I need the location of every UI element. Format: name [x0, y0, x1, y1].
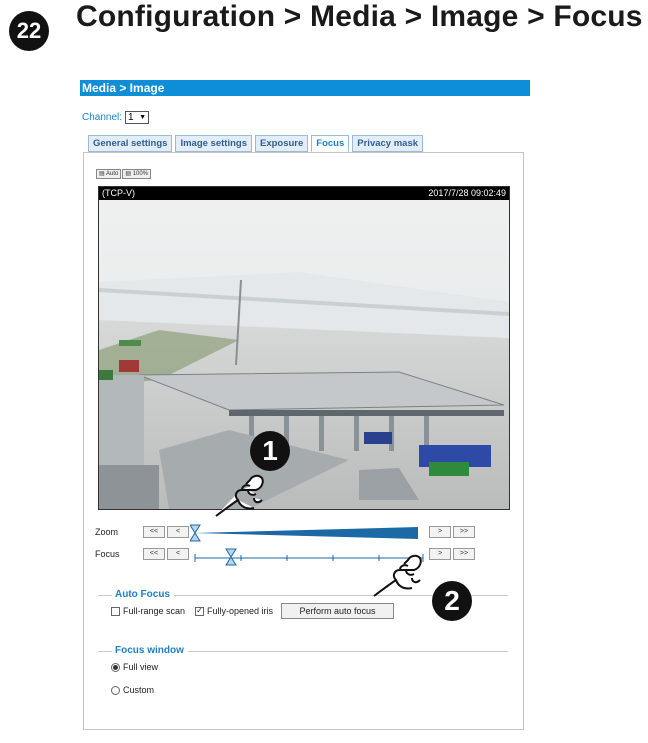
live-video[interactable]: (TCP-V) 2017/7/28 09:02:49: [98, 186, 510, 510]
full-view-option[interactable]: Full view: [111, 662, 158, 672]
perform-auto-focus-button[interactable]: Perform auto focus: [281, 603, 394, 619]
tab-privacy-mask[interactable]: Privacy mask: [352, 135, 424, 152]
focus-window-rule-left: [98, 651, 112, 652]
focus-window-title: Focus window: [115, 645, 184, 656]
full-range-scan-option[interactable]: Full-range scan: [111, 606, 185, 616]
zoom-forward-button[interactable]: >: [429, 526, 451, 538]
auto-focus-title: Auto Focus: [115, 589, 170, 600]
auto-focus-rule-left: [98, 595, 112, 596]
step-badge: 22: [9, 11, 49, 51]
camera-scene: [99, 200, 509, 509]
view-100-button[interactable]: ▤ 100%: [122, 169, 152, 179]
chevron-down-icon: ▼: [139, 114, 147, 121]
tab-focus[interactable]: Focus: [311, 135, 350, 152]
fully-opened-iris-checkbox[interactable]: ✓: [195, 606, 204, 616]
focus-forward-button[interactable]: >: [429, 548, 451, 560]
tab-image-settings[interactable]: Image settings: [175, 135, 252, 152]
callout-2: 2: [432, 581, 472, 621]
channel-row: Channel: 1 ▼: [82, 111, 150, 124]
full-range-scan-checkbox[interactable]: [111, 606, 120, 616]
tab-general-settings[interactable]: General settings: [88, 135, 173, 152]
zoom-far-forward-button[interactable]: >>: [453, 526, 475, 538]
stream-label: (TCP-V): [102, 188, 135, 198]
custom-option[interactable]: Custom: [111, 685, 154, 695]
zoom-slider[interactable]: [190, 524, 422, 542]
media-image-header: Media > Image: [80, 80, 530, 96]
focus-far-forward-button[interactable]: >>: [453, 548, 475, 560]
video-caption-bar: (TCP-V) 2017/7/28 09:02:49: [99, 187, 509, 200]
zoom-label: Zoom: [95, 527, 119, 537]
channel-select[interactable]: 1 ▼: [125, 111, 150, 124]
callout-1: 1: [250, 431, 290, 471]
view-size-buttons: ▤ Auto ▤ 100%: [96, 169, 152, 179]
zoom-back-button[interactable]: <: [167, 526, 189, 538]
channel-value: 1: [128, 112, 134, 123]
pointing-hand-icon: [215, 474, 264, 517]
video-timestamp: 2017/7/28 09:02:49: [428, 188, 506, 198]
custom-radio[interactable]: [111, 685, 120, 695]
channel-label: Channel:: [82, 112, 123, 123]
page-heading: Configuration > Media > Image > Focus: [76, 0, 643, 33]
fully-opened-iris-option[interactable]: ✓ Fully-opened iris: [195, 606, 273, 616]
focus-back-button[interactable]: <: [167, 548, 189, 560]
settings-tabs: General settings Image settings Exposure…: [88, 135, 424, 152]
fully-opened-iris-label: Fully-opened iris: [207, 606, 274, 616]
pointing-hand-icon-2: [373, 554, 422, 597]
focus-label: Focus: [95, 549, 120, 559]
full-view-radio[interactable]: [111, 662, 120, 672]
check-icon: ✓: [196, 606, 203, 615]
zoom-far-back-button[interactable]: <<: [143, 526, 165, 538]
focus-far-back-button[interactable]: <<: [143, 548, 165, 560]
view-auto-button[interactable]: ▤ Auto: [96, 169, 122, 179]
custom-label: Custom: [123, 685, 155, 695]
full-view-label: Full view: [123, 662, 159, 672]
focus-window-rule-right: [188, 651, 508, 652]
tab-exposure[interactable]: Exposure: [254, 135, 309, 152]
full-range-scan-label: Full-range scan: [123, 606, 186, 616]
focus-slider-thumb: [225, 548, 237, 566]
